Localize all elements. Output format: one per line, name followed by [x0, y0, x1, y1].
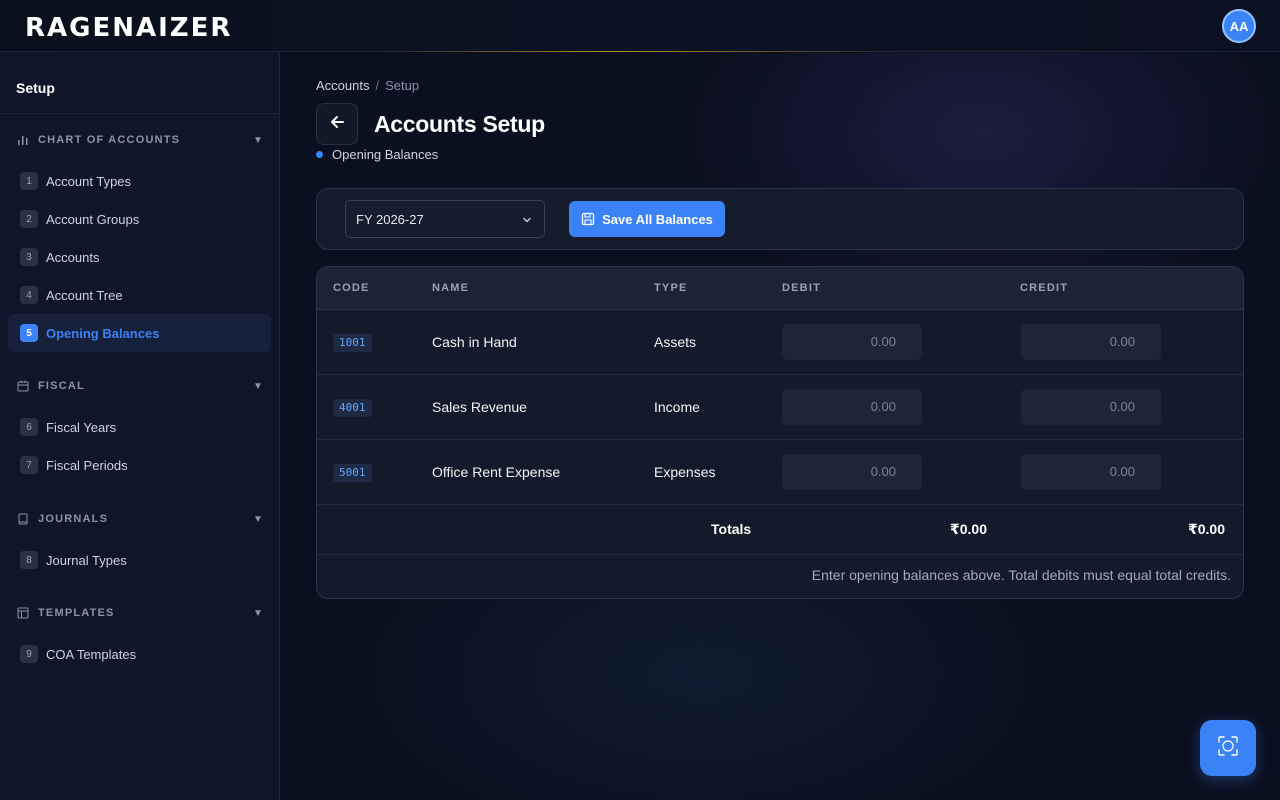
sidebar-item-coa-templates[interactable]: 9 COA Templates [8, 635, 271, 673]
credit-input[interactable]: 0.00 [1021, 324, 1161, 360]
account-code: 5001 [333, 464, 372, 482]
sidebar-item-label: COA Templates [46, 646, 137, 662]
sidebar-item-account-groups[interactable]: 2 Account Groups [8, 200, 271, 238]
section-chart-of-accounts[interactable]: CHART OF ACCOUNTS ▼ [0, 130, 280, 150]
subtitle-text: Opening Balances [332, 147, 439, 162]
sidebar-item-label: Opening Balances [46, 325, 160, 341]
bar-chart-icon [16, 133, 30, 147]
step-number: 8 [20, 551, 38, 569]
account-name: Sales Revenue [432, 399, 527, 415]
page-subtitle: Opening Balances [316, 147, 438, 162]
account-name: Cash in Hand [432, 334, 517, 350]
sidebar-item-label: Journal Types [46, 552, 127, 568]
top-bar: RAGENAIZER AA [0, 0, 1280, 52]
sidebar-item-label: Fiscal Periods [46, 457, 128, 473]
status-dot [316, 151, 323, 158]
sidebar-item-label: Account Tree [46, 287, 123, 303]
section-journals[interactable]: JOURNALS ▼ [0, 509, 280, 529]
breadcrumb-separator: / [375, 78, 380, 93]
table-header: CODE NAME TYPE DEBIT CREDIT [317, 267, 1243, 310]
sidebar-item-account-types[interactable]: 1 Account Types [8, 162, 271, 200]
step-number: 9 [20, 645, 38, 663]
ai-assistant-icon [1215, 733, 1241, 764]
toolbar: FY 2026-27 Save All Balances [316, 188, 1244, 250]
book-icon [16, 512, 30, 526]
credit-input[interactable]: 0.00 [1021, 389, 1161, 425]
sidebar-item-label: Accounts [46, 249, 100, 265]
column-header-name: NAME [432, 282, 470, 294]
sidebar-item-label: Fiscal Years [46, 419, 117, 435]
section-label: FISCAL [38, 380, 85, 392]
chevron-down-icon[interactable]: ▼ [253, 514, 263, 525]
save-all-balances-button[interactable]: Save All Balances [569, 201, 725, 237]
account-code: 4001 [333, 399, 372, 417]
user-avatar[interactable]: AA [1222, 9, 1256, 43]
chevron-down-icon[interactable]: ▼ [253, 135, 263, 146]
save-icon [581, 212, 595, 226]
layout-icon [16, 606, 30, 620]
debit-input[interactable]: 0.00 [782, 454, 922, 490]
total-debit: ₹0.00 [950, 521, 987, 537]
debit-input[interactable]: 0.00 [782, 389, 922, 425]
assistant-button[interactable] [1200, 720, 1256, 776]
section-label: JOURNALS [38, 513, 109, 525]
balance-hint: Enter opening balances above. Total debi… [811, 567, 1231, 583]
step-number: 4 [20, 286, 38, 304]
breadcrumb-parent[interactable]: Accounts [316, 78, 369, 93]
step-number: 3 [20, 248, 38, 266]
column-header-credit: CREDIT [1020, 282, 1069, 294]
section-label: CHART OF ACCOUNTS [38, 134, 181, 146]
table-row: 5001 Office Rent Expense Expenses 0.00 0… [317, 440, 1243, 505]
fiscal-year-value: FY 2026-27 [356, 211, 424, 227]
total-credit: ₹0.00 [1188, 521, 1225, 537]
chevron-down-icon [522, 213, 532, 228]
step-number: 7 [20, 456, 38, 474]
sidebar-item-fiscal-periods[interactable]: 7 Fiscal Periods [8, 446, 271, 484]
totals-row: Totals ₹0.00 ₹0.00 [317, 505, 1243, 555]
account-type: Assets [654, 334, 697, 350]
sidebar-item-opening-balances[interactable]: 5 Opening Balances [8, 314, 271, 352]
section-templates[interactable]: TEMPLATES ▼ [0, 603, 280, 623]
account-name: Office Rent Expense [432, 464, 561, 480]
column-header-debit: DEBIT [782, 282, 821, 294]
step-number: 5 [20, 324, 38, 342]
balances-table: CODE NAME TYPE DEBIT CREDIT 1001 Cash in… [316, 266, 1244, 599]
step-number: 6 [20, 418, 38, 436]
chevron-down-icon[interactable]: ▼ [253, 608, 263, 619]
arrow-left-icon [329, 114, 345, 135]
back-button[interactable] [316, 103, 358, 145]
save-button-label: Save All Balances [602, 211, 713, 227]
column-header-type: TYPE [654, 282, 688, 294]
sidebar-item-fiscal-years[interactable]: 6 Fiscal Years [8, 408, 271, 446]
fiscal-year-select[interactable]: FY 2026-27 [345, 200, 545, 238]
sidebar-item-label: Account Types [46, 173, 132, 189]
page-title: Accounts Setup [374, 111, 545, 137]
account-type: Income [654, 399, 700, 415]
section-label: TEMPLATES [38, 607, 115, 619]
breadcrumb: Accounts / Setup [316, 78, 419, 93]
step-number: 2 [20, 210, 38, 228]
step-number: 1 [20, 172, 38, 190]
sidebar-item-accounts[interactable]: 3 Accounts [8, 238, 271, 276]
table-row: 4001 Sales Revenue Income 0.00 0.00 [317, 375, 1243, 440]
sidebar: Setup CHART OF ACCOUNTS ▼ 1 Account Type… [0, 52, 280, 800]
calendar-icon [16, 379, 30, 393]
sidebar-item-label: Account Groups [46, 211, 140, 227]
table-row: 1001 Cash in Hand Assets 0.00 0.00 [317, 310, 1243, 375]
sidebar-item-account-tree[interactable]: 4 Account Tree [8, 276, 271, 314]
debit-input[interactable]: 0.00 [782, 324, 922, 360]
totals-label: Totals [711, 521, 752, 537]
column-header-code: CODE [333, 282, 370, 294]
sidebar-item-journal-types[interactable]: 8 Journal Types [8, 541, 271, 579]
sidebar-title: Setup [0, 52, 279, 114]
app-logo[interactable]: RAGENAIZER [25, 14, 232, 42]
section-fiscal[interactable]: FISCAL ▼ [0, 376, 280, 396]
breadcrumb-current: Setup [385, 78, 420, 93]
credit-input[interactable]: 0.00 [1021, 454, 1161, 490]
account-type: Expenses [654, 464, 716, 480]
chevron-down-icon[interactable]: ▼ [253, 381, 263, 392]
main-content: Accounts / Setup Accounts Setup Opening Ba… [281, 53, 1280, 800]
account-code: 1001 [333, 334, 372, 352]
